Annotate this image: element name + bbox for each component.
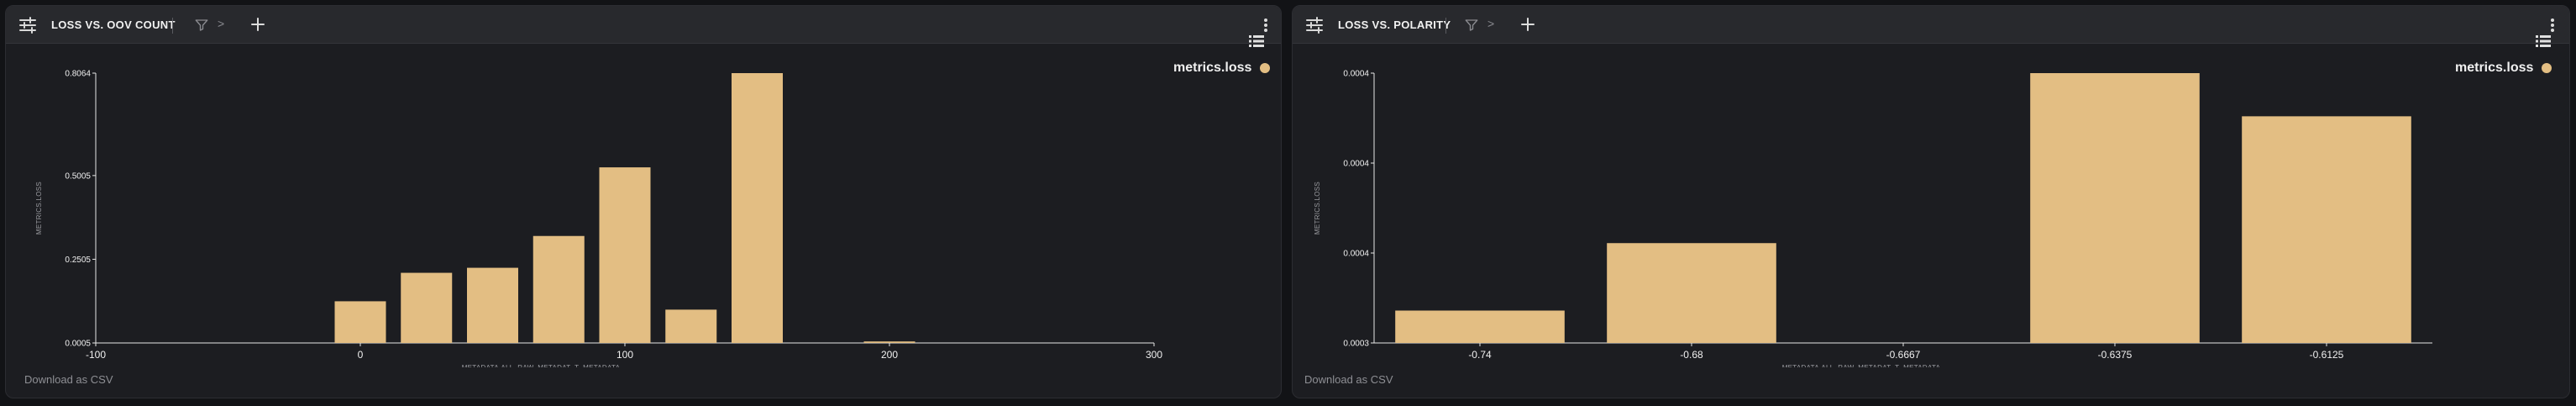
chevron-right-icon[interactable]: >	[1487, 17, 1494, 30]
bar-chart: 0.0005 0.2505 0.5005 0.8064 -100 0 100 200 300 ME…	[35, 70, 1162, 368]
y-tick-label: 0.0005	[65, 340, 91, 349]
panel-title: LOSS VS. OOV COUNT	[51, 18, 176, 31]
bar	[665, 309, 717, 343]
bar	[1395, 310, 1565, 343]
legend-label: metrics.loss	[1173, 61, 1252, 75]
legend-color-dot	[2542, 63, 2552, 73]
y-axis-title: METRICS.LOSS	[1314, 182, 1321, 235]
filter-icon[interactable]	[194, 18, 209, 33]
sliders-icon[interactable]	[18, 15, 38, 35]
bar	[2242, 116, 2411, 344]
legend-color-dot	[1260, 63, 1271, 73]
legend[interactable]: metrics.loss	[1173, 60, 1271, 76]
x-tick-label: 300	[1146, 349, 1162, 361]
bar	[1607, 243, 1776, 343]
plus-icon[interactable]	[248, 14, 268, 34]
x-tick-label: -0.74	[1468, 349, 1492, 361]
x-tick-label: -100	[86, 349, 106, 361]
kebab-menu-icon[interactable]	[1257, 16, 1274, 34]
legend-label: metrics.loss	[2455, 61, 2534, 75]
y-tick-label: 0.2505	[65, 256, 91, 265]
y-tick-label: 0.0004	[1343, 70, 1369, 79]
bar	[334, 301, 386, 343]
x-tick-label: 100	[616, 349, 633, 361]
chart-panel-loss-vs-oov-count: LOSS VS. OOV COUNT > 0.0005 0.2505 0.5005 0…	[5, 5, 1282, 398]
plus-icon[interactable]	[1518, 14, 1538, 34]
x-axis-title: METADATA.ALL_RAW_METADAT_T_METADATA	[1782, 364, 1941, 367]
x-tick-label: -0.68	[1680, 349, 1703, 361]
bar	[401, 272, 453, 343]
list-icon[interactable]	[1249, 34, 1264, 48]
y-tick-label: 0.8064	[65, 70, 91, 79]
filter-icon[interactable]	[1464, 18, 1479, 33]
y-tick-label: 0.0004	[1343, 160, 1369, 169]
bar	[863, 341, 916, 343]
y-tick-label: 0.5005	[65, 171, 91, 181]
header-divider	[172, 18, 173, 34]
x-axis-title: METADATA.ALL_RAW_METADAT_T_METADATA	[462, 364, 621, 367]
bar	[2030, 73, 2200, 343]
list-icon[interactable]	[2536, 34, 2551, 48]
y-axis-title: METRICS.LOSS	[35, 182, 43, 235]
download-csv-link[interactable]: Download as CSV	[24, 373, 113, 386]
chevron-right-icon[interactable]: >	[218, 17, 224, 30]
bar	[732, 73, 783, 343]
x-tick-label: -0.6375	[2098, 349, 2133, 361]
sliders-icon[interactable]	[1304, 15, 1325, 35]
bar	[533, 235, 585, 343]
chart-panel-loss-vs-polarity: LOSS VS. POLARITY > 0.0003 0.0004 0.0004 0.…	[1292, 5, 2570, 398]
panel-header: LOSS VS. OOV COUNT >	[6, 6, 1281, 44]
x-tick-label: 200	[881, 349, 898, 361]
legend[interactable]: metrics.loss	[2455, 60, 2552, 76]
header-divider	[1445, 18, 1446, 34]
x-tick-label: -0.6125	[2310, 349, 2344, 361]
bar	[467, 267, 518, 343]
kebab-menu-icon[interactable]	[2544, 16, 2561, 34]
x-tick-label: 0	[358, 349, 364, 361]
y-tick-label: 0.0004	[1343, 250, 1369, 259]
x-tick-label: -0.6667	[1886, 349, 1921, 361]
y-tick-label: 0.0003	[1343, 340, 1369, 349]
bar-chart: 0.0003 0.0004 0.0004 0.0004 -0.74 -0.68 -0.666…	[1314, 70, 2432, 367]
bar	[599, 167, 651, 343]
panel-title: LOSS VS. POLARITY	[1338, 18, 1451, 31]
panel-header: LOSS VS. POLARITY >	[1293, 6, 2569, 44]
download-csv-link[interactable]: Download as CSV	[1304, 373, 1393, 386]
